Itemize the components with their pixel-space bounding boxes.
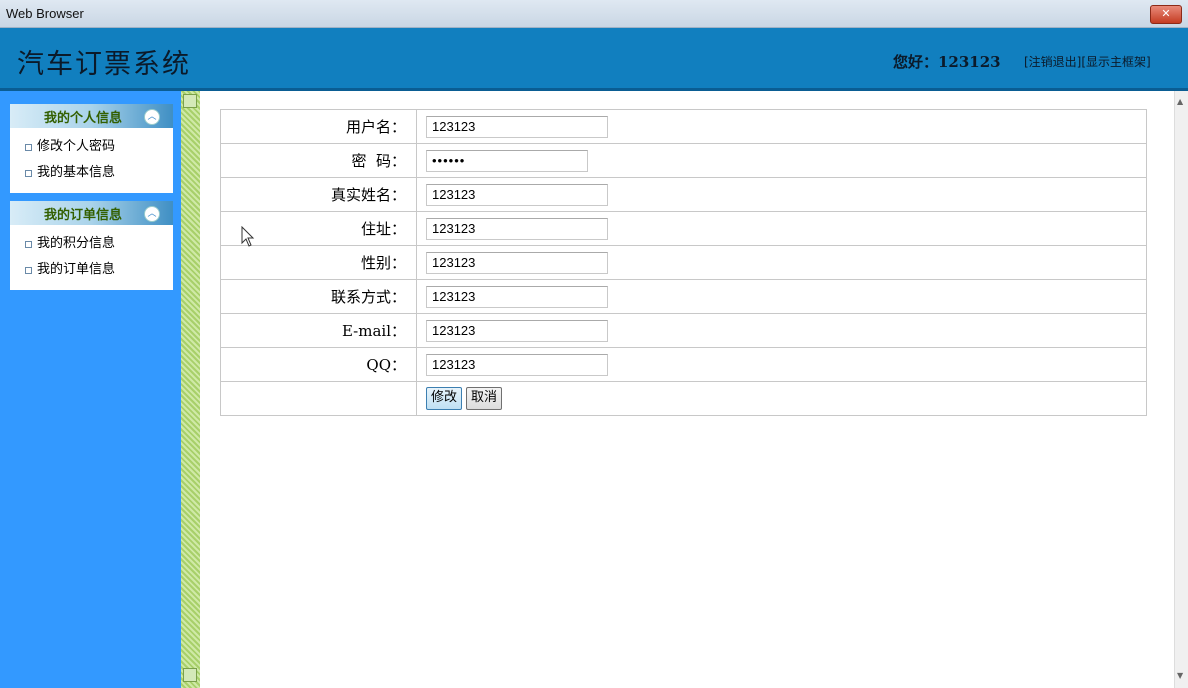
password-field[interactable]: •••••• <box>426 149 588 172</box>
address-field[interactable]: 123123 <box>426 217 608 240</box>
sidebar-section-orders-header[interactable]: 我的订单信息 ︿ <box>10 201 173 225</box>
qq-field[interactable]: 123123 <box>426 353 608 376</box>
gender-field[interactable]: 123123 <box>426 251 608 274</box>
field-label: 用户名： <box>220 109 417 144</box>
profile-form: 用户名： 123123 密 码： •••••• 真实姓名： 123123 住址：… <box>220 109 1147 416</box>
scroll-up-icon[interactable]: ▲ <box>1177 97 1183 106</box>
sidebar-section-personal-body: 修改个人密码 我的基本信息 <box>10 128 173 193</box>
field-label: 密 码： <box>220 143 417 178</box>
field-label: 联系方式： <box>220 279 417 314</box>
logout-link[interactable]: [注销退出] <box>1024 55 1081 69</box>
form-row-realname: 真实姓名： 123123 <box>220 177 1147 212</box>
form-row-gender: 性别： 123123 <box>220 245 1147 280</box>
window-title: Web Browser <box>6 6 84 21</box>
splitter-handle-icon[interactable] <box>183 668 197 682</box>
form-row-qq: QQ： 123123 <box>220 347 1147 382</box>
email-field[interactable]: 123123 <box>426 319 608 342</box>
field-label: 真实姓名： <box>220 177 417 212</box>
form-row-password: 密 码： •••••• <box>220 143 1147 178</box>
collapse-icon[interactable]: ︿ <box>144 206 160 222</box>
contact-field[interactable]: 123123 <box>426 285 608 308</box>
close-icon[interactable]: ✕ <box>1150 5 1182 24</box>
field-label: QQ： <box>220 347 417 382</box>
collapse-sidebar-button[interactable] <box>183 94 197 108</box>
main-content: 用户名： 123123 密 码： •••••• 真实姓名： 123123 住址：… <box>200 91 1174 688</box>
sidebar: 我的个人信息 ︿ 修改个人密码 我的基本信息 我的订单信息 ︿ 我的积分信息 我… <box>0 91 181 688</box>
frame-splitter[interactable] <box>181 91 200 688</box>
window-titlebar: Web Browser ✕ <box>0 0 1188 28</box>
form-row-email: E-mail： 123123 <box>220 313 1147 348</box>
form-row-actions: 修改 取消 <box>220 381 1147 416</box>
cancel-button[interactable]: 取消 <box>466 387 503 410</box>
mouse-cursor-icon <box>241 226 255 247</box>
app-header: 汽车订票系统 您好：123123 [注销退出][显示主框架] <box>0 28 1188 91</box>
empty-cell <box>220 381 417 416</box>
sidebar-section-title: 我的个人信息 <box>44 111 123 126</box>
sidebar-section-title: 我的订单信息 <box>44 208 123 223</box>
field-label: 性别： <box>220 245 417 280</box>
app-logo: 汽车订票系统 <box>17 49 191 80</box>
vertical-scrollbar[interactable]: ▲ ▼ <box>1174 91 1188 688</box>
sidebar-item-points[interactable]: 我的积分信息 <box>10 231 173 257</box>
form-row-username: 用户名： 123123 <box>220 109 1147 144</box>
user-greeting: 您好：123123 <box>893 53 1001 71</box>
field-label: E-mail： <box>220 313 417 348</box>
sidebar-item-orders[interactable]: 我的订单信息 <box>10 257 173 283</box>
submit-button[interactable]: 修改 <box>426 387 463 410</box>
realname-field[interactable]: 123123 <box>426 183 608 206</box>
scroll-down-icon[interactable]: ▼ <box>1177 671 1183 680</box>
sidebar-item-change-password[interactable]: 修改个人密码 <box>10 134 173 160</box>
header-links: [注销退出][显示主框架] <box>1024 53 1151 70</box>
collapse-icon[interactable]: ︿ <box>144 109 160 125</box>
form-row-address: 住址： 123123 <box>220 211 1147 246</box>
sidebar-section-orders-body: 我的积分信息 我的订单信息 <box>10 225 173 290</box>
sidebar-item-basic-info[interactable]: 我的基本信息 <box>10 160 173 186</box>
sidebar-section-personal-header[interactable]: 我的个人信息 ︿ <box>10 104 173 128</box>
show-frame-link[interactable]: [显示主框架] <box>1081 55 1150 69</box>
form-row-contact: 联系方式： 123123 <box>220 279 1147 314</box>
username-field[interactable]: 123123 <box>426 115 608 138</box>
